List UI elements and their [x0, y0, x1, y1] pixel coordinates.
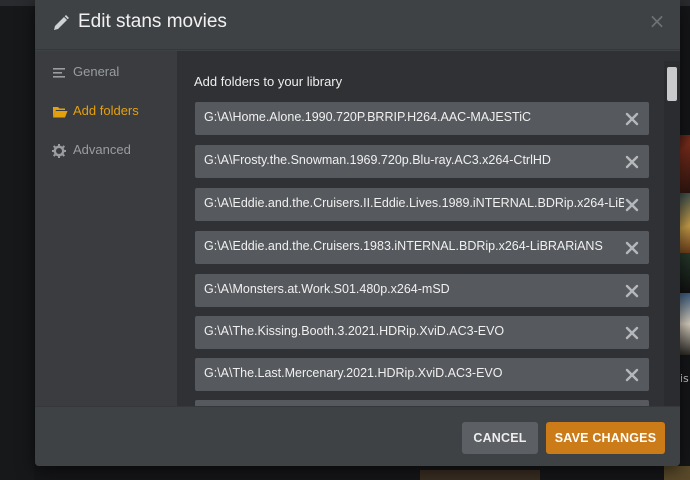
folder-row: G:\A\Eddie.and.the.Cruisers.II.Eddie.Liv… [195, 188, 649, 221]
folder-path: G:\A\Home.Alone.1990.720P.BRRIP.H264.AAC… [204, 110, 532, 124]
remove-folder-icon[interactable] [625, 197, 639, 212]
dialog-title: Edit stans movies [78, 11, 227, 32]
remove-folder-icon[interactable] [625, 154, 639, 169]
folder-row: G:\A\The.Last.Mercenary.2021.HDRip.XviD.… [195, 358, 649, 391]
gear-icon [52, 143, 66, 158]
sidebar-item-label: Add folders [73, 103, 139, 118]
backdrop-text: is [680, 372, 689, 385]
cancel-button[interactable]: CANCEL [462, 422, 538, 454]
folder-path: G:\A\Eddie.and.the.Cruisers.1983.iNTERNA… [204, 239, 603, 253]
folder-path: G:\A\Eddie.and.the.Cruisers.II.Eddie.Liv… [204, 196, 624, 210]
save-changes-button[interactable]: SAVE CHANGES [546, 422, 665, 454]
backdrop-poster [664, 466, 690, 480]
section-title: Add folders to your library [194, 74, 343, 89]
sidebar-item-label: Advanced [73, 142, 131, 157]
backdrop-left-strip [0, 6, 34, 480]
folder-open-icon [52, 104, 68, 118]
folder-path: G:\A\The.Last.Mercenary.2021.HDRip.XviD.… [204, 366, 503, 380]
pencil-icon [52, 14, 70, 32]
folder-row: G:\A\The.Kissing.Booth.3.2021.HDRip.XviD… [195, 316, 649, 349]
remove-folder-icon[interactable] [625, 325, 639, 340]
dialog-sidebar: General Add folders Advanced [35, 51, 177, 406]
remove-folder-icon[interactable] [625, 111, 639, 126]
sidebar-item-advanced[interactable]: Advanced [35, 136, 177, 166]
folder-row: G:\A\Eddie.and.the.Cruisers.1983.iNTERNA… [195, 231, 649, 264]
remove-folder-icon[interactable] [625, 240, 639, 255]
sidebar-item-general[interactable]: General [35, 58, 177, 88]
backdrop-poster [420, 470, 540, 480]
edit-library-dialog: Edit stans movies × General Add folders [35, 0, 680, 466]
remove-folder-icon[interactable] [625, 283, 639, 298]
sidebar-item-add-folders[interactable]: Add folders [35, 97, 177, 127]
folder-path: G:\A\The.Kissing.Booth.3.2021.HDRip.XviD… [204, 324, 505, 338]
folder-row: G:\A\Frosty.the.Snowman.1969.720p.Blu-ra… [195, 145, 649, 178]
folder-path: G:\A\Frosty.the.Snowman.1969.720p.Blu-ra… [204, 153, 551, 167]
folder-row: G:\A\Home.Alone.1990.720P.BRRIP.H264.AAC… [195, 102, 649, 135]
close-icon[interactable]: × [648, 11, 666, 31]
dialog-header: Edit stans movies × [35, 0, 680, 50]
folder-path: G:\A\Monsters.at.Work.S01.480p.x264-mSD [204, 282, 450, 296]
folders-scrollbar[interactable] [664, 61, 680, 406]
lines-icon [52, 65, 66, 79]
dialog-footer: CANCEL SAVE CHANGES [35, 406, 680, 466]
folders-panel: Add folders to your library G:\A\Home.Al… [177, 51, 680, 406]
scrollbar-thumb[interactable] [667, 67, 677, 101]
sidebar-item-label: General [73, 64, 120, 79]
remove-folder-icon[interactable] [625, 367, 639, 382]
folder-row: G:\A\Monsters.at.Work.S01.480p.x264-mSD [195, 274, 649, 307]
